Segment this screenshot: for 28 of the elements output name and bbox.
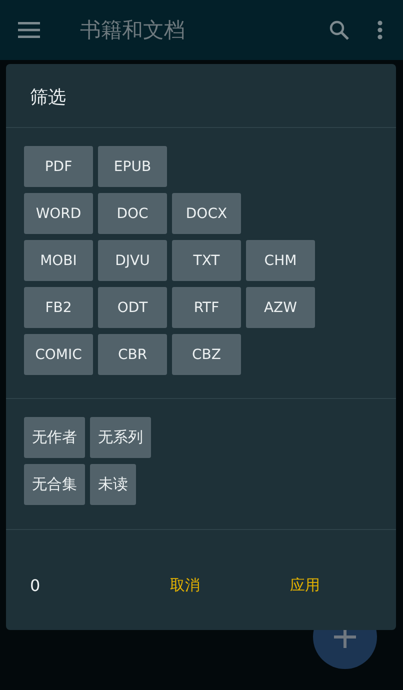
dialog-title: 筛选 — [6, 64, 396, 128]
format-chip[interactable]: RTF — [172, 287, 241, 328]
filter-chip[interactable]: 未读 — [90, 464, 136, 505]
menu-icon[interactable] — [18, 22, 40, 38]
filter-chip[interactable]: 无作者 — [24, 417, 85, 458]
apply-button[interactable]: 应用 — [280, 568, 330, 602]
format-chip[interactable]: CHM — [246, 240, 315, 281]
format-chip[interactable]: TXT — [172, 240, 241, 281]
filter-chip[interactable]: 无系列 — [90, 417, 151, 458]
format-chip[interactable]: WORD — [24, 193, 93, 234]
format-chip[interactable]: AZW — [246, 287, 315, 328]
format-chip[interactable]: PDF — [24, 146, 93, 187]
format-chip[interactable]: COMIC — [24, 334, 93, 375]
format-chip[interactable]: CBZ — [172, 334, 241, 375]
format-chip[interactable]: FB2 — [24, 287, 93, 328]
filter-chip[interactable]: 无合集 — [24, 464, 85, 505]
result-count: 0 — [30, 576, 42, 594]
format-chip[interactable]: DJVU — [98, 240, 167, 281]
format-chip[interactable]: EPUB — [98, 146, 167, 187]
format-chip[interactable]: DOC — [98, 193, 167, 234]
app-title: 书籍和文档 — [80, 17, 186, 44]
format-chip[interactable]: ODT — [98, 287, 167, 328]
format-chip[interactable]: DOCX — [172, 193, 241, 234]
format-chip[interactable]: CBR — [98, 334, 167, 375]
more-icon[interactable] — [377, 20, 383, 40]
cancel-button[interactable]: 取消 — [160, 568, 210, 602]
format-chip[interactable]: MOBI — [24, 240, 93, 281]
search-icon[interactable] — [329, 20, 349, 40]
